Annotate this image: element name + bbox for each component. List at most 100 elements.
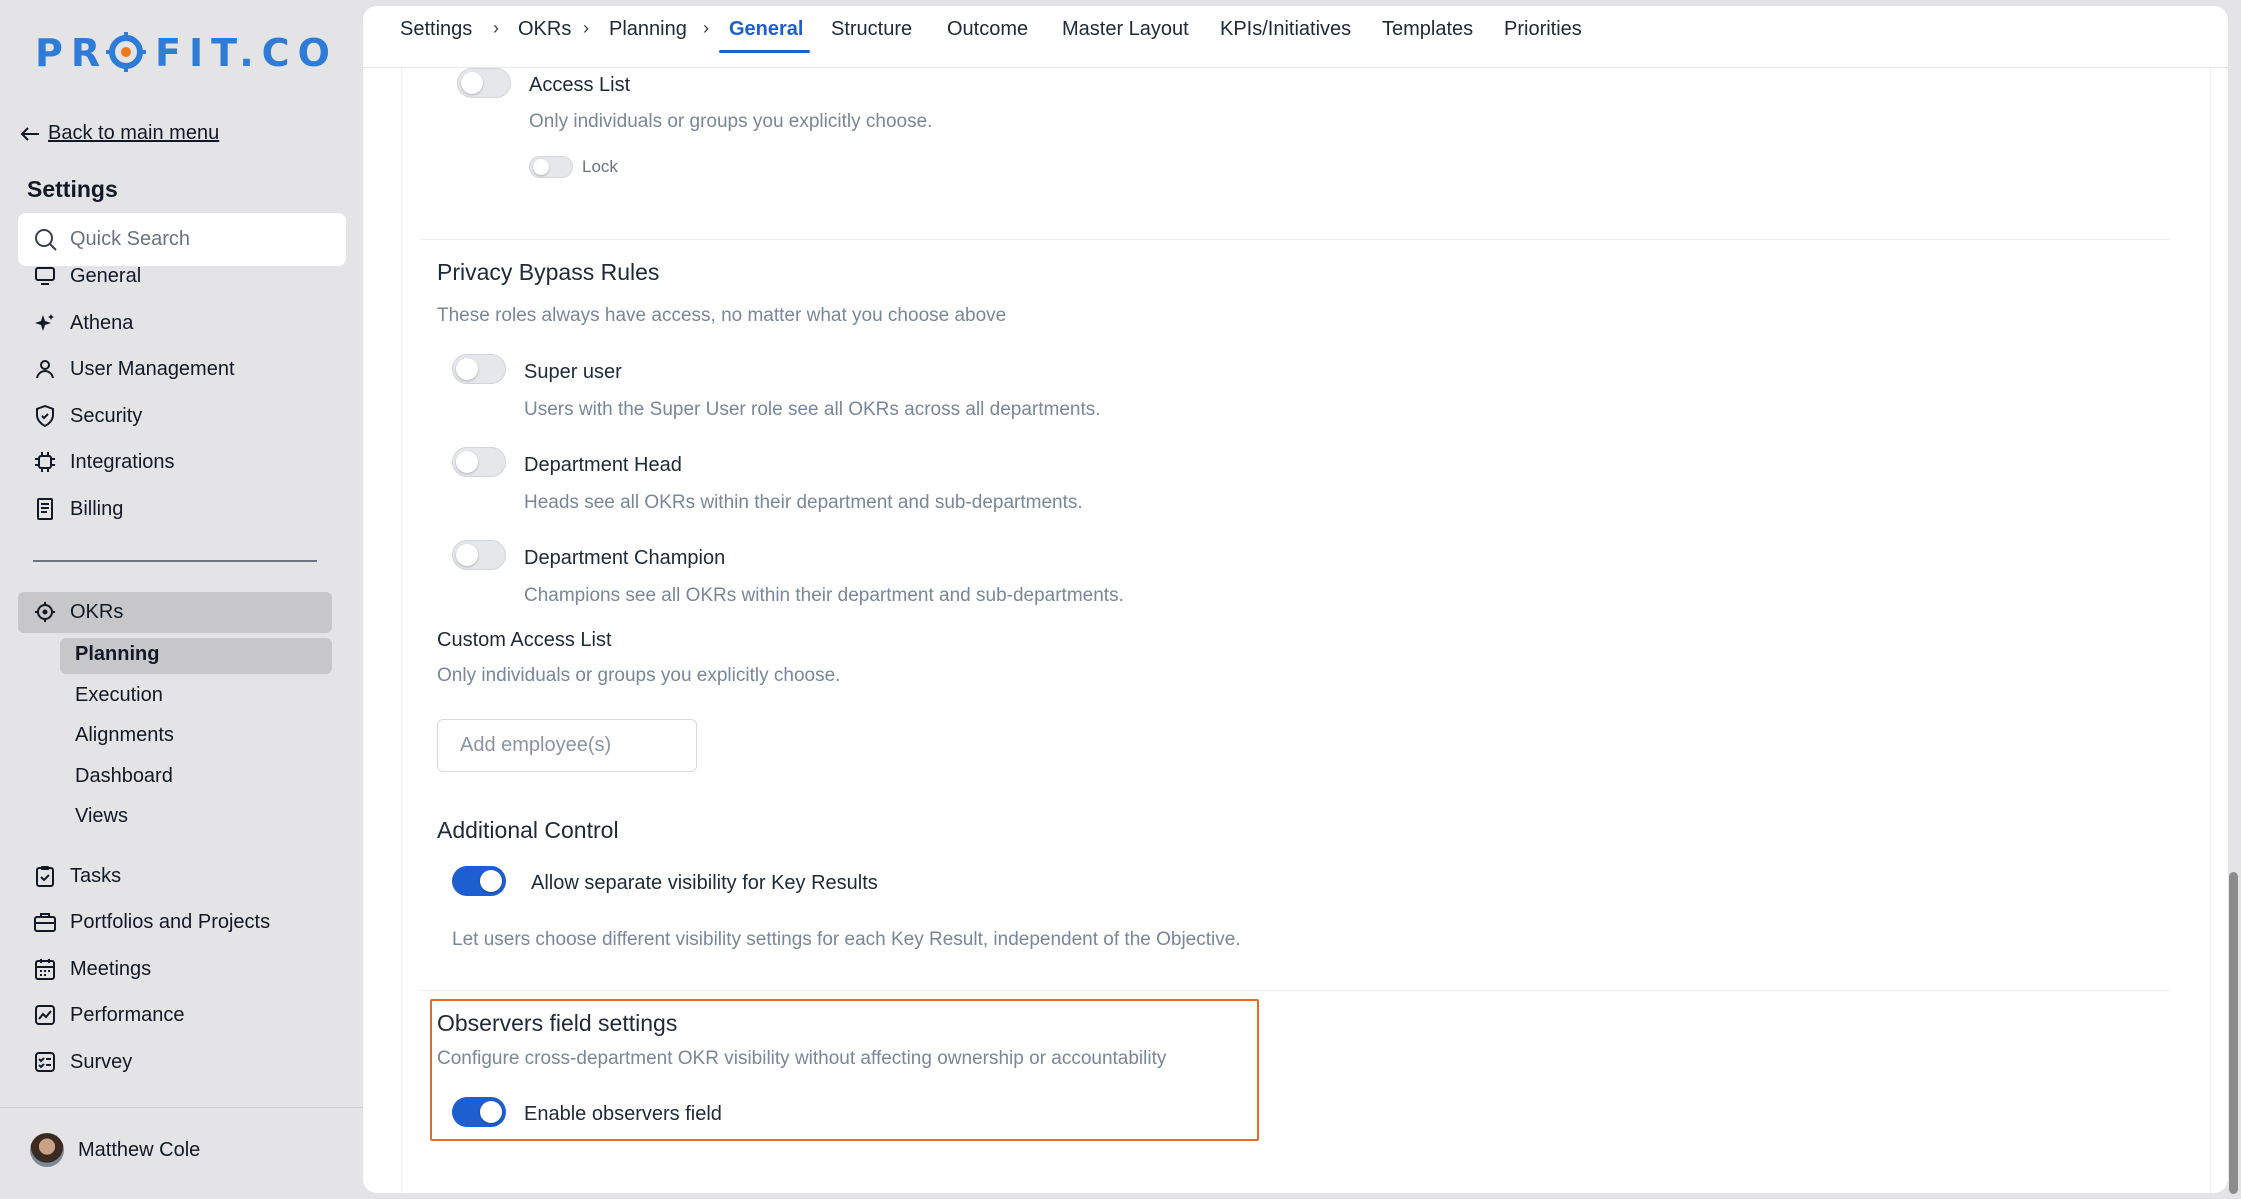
department-head-label: Department Head xyxy=(524,454,682,476)
chart-line-icon xyxy=(34,1004,56,1026)
separate-visibility-label: Allow separate visibility for Key Result… xyxy=(531,872,878,894)
sidebar-subitem-alignments[interactable]: Alignments xyxy=(75,724,174,747)
sidebar-item-label: Tasks xyxy=(70,864,122,887)
receipt-icon xyxy=(34,498,56,520)
sidebar-item-label: Athena xyxy=(70,311,134,334)
breadcrumb-separator: › xyxy=(703,18,709,38)
section-divider xyxy=(420,990,2170,991)
tab-kpis-initiatives[interactable]: KPIs/Initiatives xyxy=(1220,18,1351,41)
tab-master-layout[interactable]: Master Layout xyxy=(1062,18,1189,41)
user-icon xyxy=(34,358,56,380)
avatar xyxy=(30,1133,64,1167)
sidebar-subitem-execution[interactable]: Execution xyxy=(75,684,163,707)
sidebar-item-security[interactable]: Security xyxy=(34,400,142,432)
top-navigation: Settings › OKRs › Planning › General Str… xyxy=(363,6,2228,68)
breadcrumb-planning[interactable]: Planning xyxy=(609,18,687,41)
sidebar-item-label: Billing xyxy=(70,497,124,520)
sidebar-item-portfolios-projects[interactable]: Portfolios and Projects xyxy=(34,906,270,938)
settings-heading: Settings xyxy=(27,176,118,202)
tab-priorities[interactable]: Priorities xyxy=(1504,18,1582,41)
svg-text:FIT.CO: FIT.CO xyxy=(155,31,335,74)
back-to-main-menu-link[interactable]: Back to main menu xyxy=(20,122,219,145)
sidebar-footer-divider xyxy=(0,1107,363,1108)
sidebar-item-survey[interactable]: Survey xyxy=(34,1046,132,1078)
sidebar-item-label: User Management xyxy=(70,357,235,380)
access-list-toggle[interactable] xyxy=(457,68,511,98)
sidebar-item-tasks[interactable]: Tasks xyxy=(34,860,121,892)
page-scrollbar-thumb[interactable] xyxy=(2229,872,2238,1194)
sidebar-item-label: Performance xyxy=(70,1003,185,1026)
checklist-icon xyxy=(34,1051,56,1073)
custom-access-title: Custom Access List xyxy=(437,629,612,651)
sidebar-item-label: Integrations xyxy=(70,450,175,473)
sidebar-item-performance[interactable]: Performance xyxy=(34,999,185,1031)
sidebar-item-athena[interactable]: Athena xyxy=(34,307,133,339)
super-user-toggle[interactable] xyxy=(452,354,506,384)
sidebar-item-integrations[interactable]: Integrations xyxy=(34,446,175,478)
sidebar-item-label: Security xyxy=(70,404,143,427)
enable-observers-label: Enable observers field xyxy=(524,1103,722,1125)
sidebar-subitem-planning[interactable]: Planning xyxy=(75,643,159,666)
sidebar-item-label: General xyxy=(70,264,142,287)
logo-graphic: PR FIT.CO xyxy=(35,31,335,74)
access-list-description: Only individuals or groups you explicitl… xyxy=(529,111,933,132)
breadcrumb-okrs[interactable]: OKRs xyxy=(518,18,571,41)
access-list-label: Access List xyxy=(529,74,631,96)
separate-visibility-description: Let users choose different visibility se… xyxy=(452,929,1241,950)
quick-search-input[interactable] xyxy=(70,228,320,251)
breadcrumb-separator: › xyxy=(583,18,589,38)
shield-icon xyxy=(34,405,56,427)
privacy-bypass-description: These roles always have access, no matte… xyxy=(437,305,1007,326)
sidebar-item-user-management[interactable]: User Management xyxy=(34,353,235,385)
search-icon xyxy=(35,228,57,251)
sidebar-item-billing[interactable]: Billing xyxy=(34,493,123,525)
sidebar-item-meetings[interactable]: Meetings xyxy=(34,953,151,985)
department-champion-description: Champions see all OKRs within their depa… xyxy=(524,585,1124,606)
briefcase-icon xyxy=(34,911,56,933)
calendar-icon xyxy=(34,958,56,980)
sidebar-item-label: Survey xyxy=(70,1050,133,1073)
sidebar-item-label: Meetings xyxy=(70,957,152,980)
department-champion-label: Department Champion xyxy=(524,547,726,569)
add-employee-input[interactable] xyxy=(437,719,697,772)
section-divider xyxy=(420,239,2170,240)
observers-title: Observers field settings xyxy=(437,1010,678,1036)
breadcrumb-settings[interactable]: Settings xyxy=(400,18,472,41)
tab-outcome[interactable]: Outcome xyxy=(947,18,1028,41)
sidebar-item-label: Portfolios and Projects xyxy=(70,910,271,933)
main-panel: Settings › OKRs › Planning › General Str… xyxy=(363,6,2228,1193)
svg-text:PR: PR xyxy=(35,31,108,74)
user-name: Matthew Cole xyxy=(78,1138,201,1161)
additional-control-title: Additional Control xyxy=(437,817,619,843)
sidebar-subitem-dashboard[interactable]: Dashboard xyxy=(75,765,173,788)
tab-general[interactable]: General xyxy=(729,18,803,41)
lock-label: Lock xyxy=(582,157,618,176)
department-head-description: Heads see all OKRs within their departme… xyxy=(524,492,1083,513)
sidebar-item-okrs[interactable]: OKRs xyxy=(34,596,123,628)
profit-co-logo[interactable]: PR FIT.CO xyxy=(35,30,335,74)
super-user-description: Users with the Super User role see all O… xyxy=(524,399,1101,420)
sidebar-subitem-views[interactable]: Views xyxy=(75,805,128,828)
arrow-left-icon xyxy=(20,126,39,141)
department-champion-toggle[interactable] xyxy=(452,540,506,570)
tab-structure[interactable]: Structure xyxy=(831,18,912,41)
sidebar-item-label: OKRs xyxy=(70,600,124,623)
sidebar-divider xyxy=(33,560,317,562)
active-tab-indicator xyxy=(719,50,810,53)
breadcrumb-separator: › xyxy=(493,18,499,38)
monitor-icon xyxy=(34,265,56,287)
separate-visibility-toggle[interactable] xyxy=(452,866,506,896)
super-user-label: Super user xyxy=(524,361,622,383)
department-head-toggle[interactable] xyxy=(452,447,506,477)
target-icon xyxy=(34,601,56,623)
chip-icon xyxy=(34,451,56,473)
sidebar: PR FIT.CO Back to main menu Settings Gen… xyxy=(0,0,363,1199)
user-profile[interactable]: Matthew Cole xyxy=(30,1133,200,1167)
tab-templates[interactable]: Templates xyxy=(1382,18,1473,41)
quick-search[interactable] xyxy=(18,213,346,266)
sidebar-item-general[interactable]: General xyxy=(34,260,141,292)
lock-toggle[interactable] xyxy=(529,156,573,178)
privacy-bypass-title: Privacy Bypass Rules xyxy=(437,259,660,285)
enable-observers-toggle[interactable] xyxy=(452,1097,506,1127)
clipboard-check-icon xyxy=(34,865,56,887)
